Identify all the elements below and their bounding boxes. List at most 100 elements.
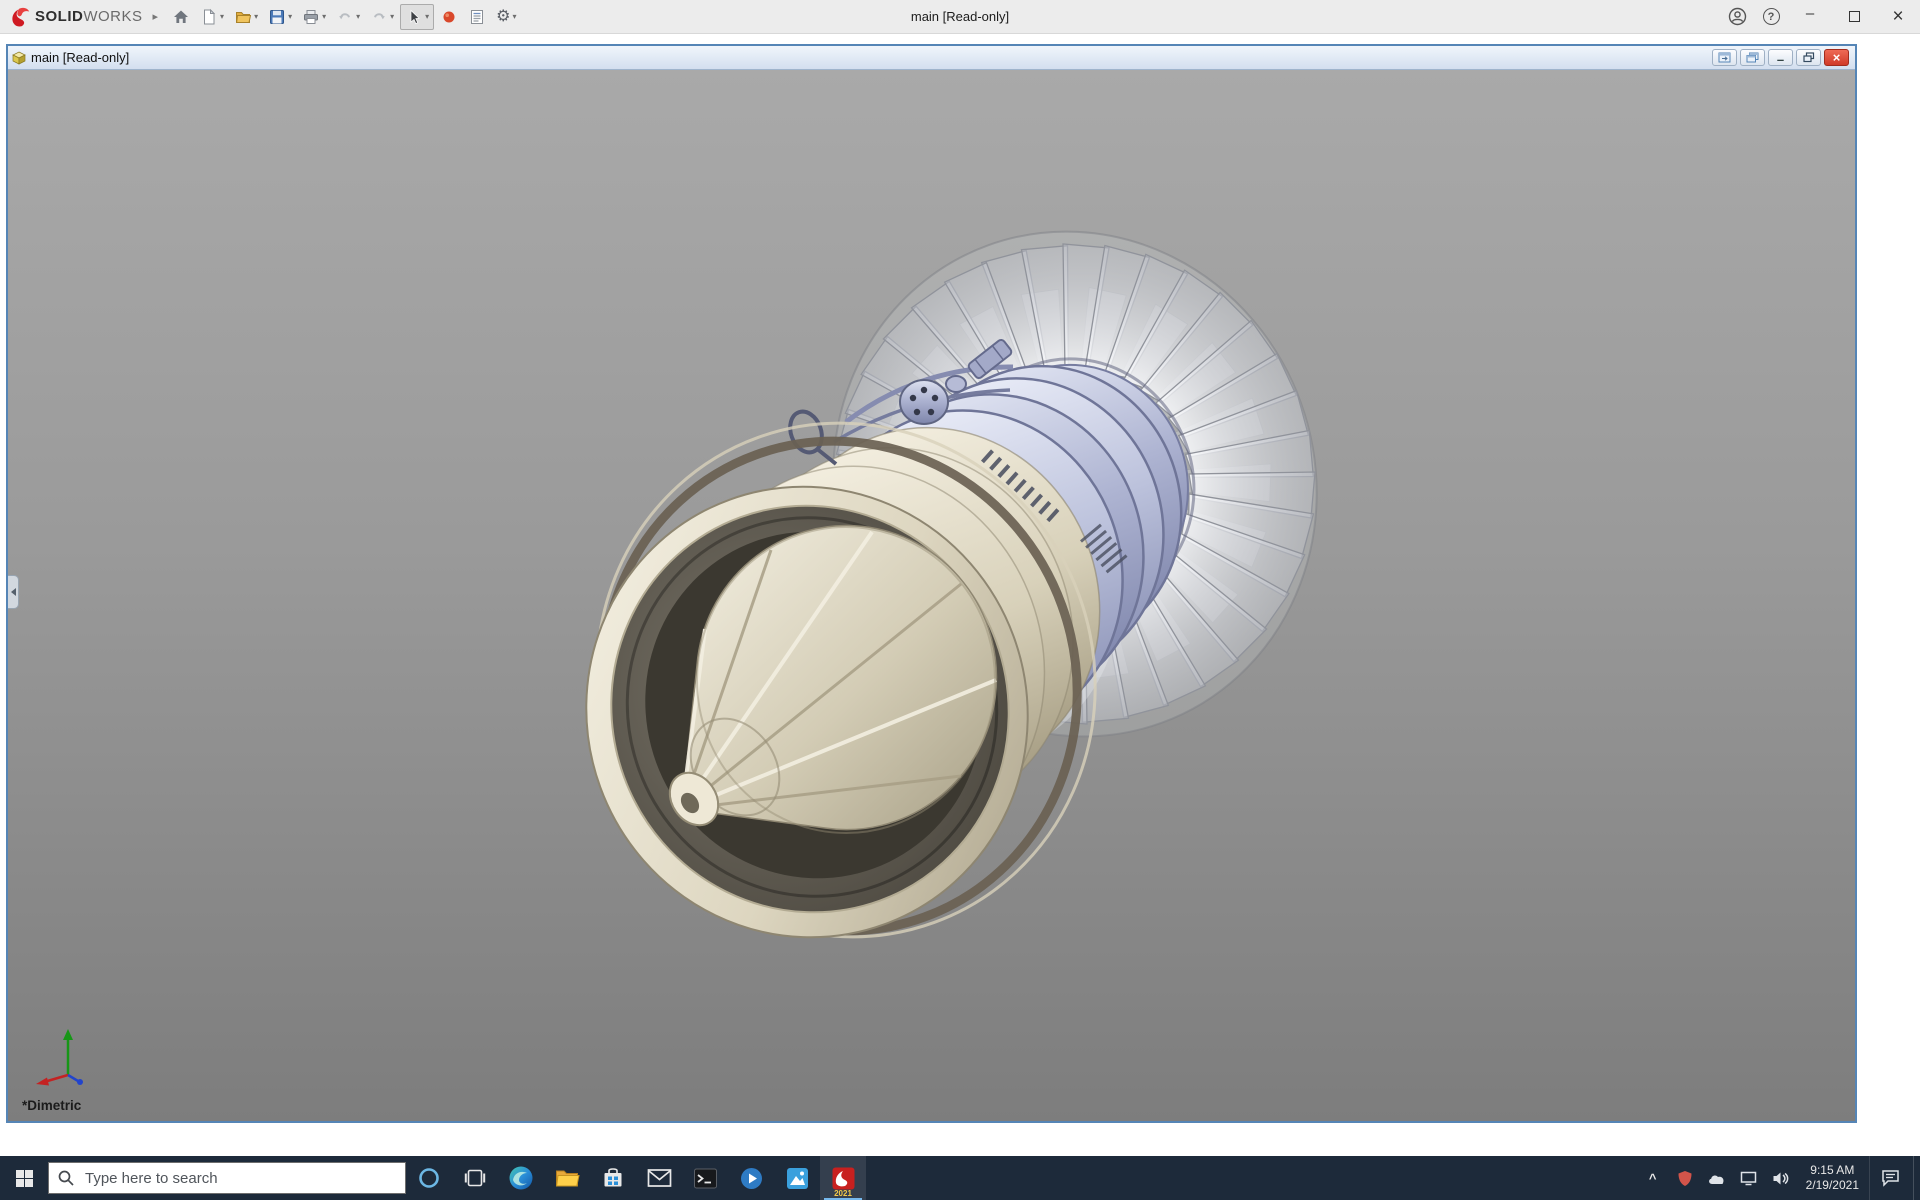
assembly-document-icon	[12, 51, 26, 65]
tray-onedrive-button[interactable]	[1702, 1156, 1732, 1200]
select-tool-button[interactable]: ▾	[400, 4, 434, 30]
cascade-windows-button[interactable]	[1740, 49, 1765, 66]
display-icon	[1740, 1171, 1757, 1186]
app-titlebar: SOLIDWORKS ▸ ▾ ▾	[0, 0, 1920, 34]
taskbar-search-input[interactable]	[48, 1162, 406, 1194]
undo-button[interactable]: ▾	[332, 4, 364, 30]
help-icon: ?	[1763, 8, 1780, 25]
tile-windows-button[interactable]	[1712, 49, 1737, 66]
account-button[interactable]	[1720, 0, 1754, 34]
titlebar-right-controls: ? – ×	[1720, 0, 1920, 33]
taskbar-app-solidworks[interactable]: 2021	[820, 1156, 866, 1200]
cortana-button[interactable]	[406, 1156, 452, 1200]
taskbar-app-console[interactable]	[682, 1156, 728, 1200]
windows-logo-icon	[16, 1170, 33, 1187]
app-maximize-button[interactable]	[1832, 0, 1876, 34]
taskbar-app-mail[interactable]	[636, 1156, 682, 1200]
close-icon: ×	[1892, 6, 1903, 28]
hidden-icons-button[interactable]: ^	[1638, 1156, 1668, 1200]
taskbar-app-photos[interactable]	[774, 1156, 820, 1200]
cascade-windows-icon	[1746, 52, 1759, 63]
dropdown-caret-icon[interactable]: ▾	[220, 13, 224, 21]
taskbar-app-file-explorer[interactable]	[544, 1156, 590, 1200]
file-properties-button[interactable]	[464, 4, 490, 30]
dropdown-caret-icon[interactable]: ▾	[390, 13, 394, 21]
print-button[interactable]: ▾	[298, 4, 330, 30]
action-center-icon	[1881, 1169, 1900, 1187]
search-icon	[57, 1169, 75, 1187]
taskbar-app-media-player[interactable]	[728, 1156, 774, 1200]
task-view-button[interactable]	[452, 1156, 498, 1200]
media-player-icon	[739, 1166, 764, 1191]
graphics-viewport[interactable]: *Dimetric	[8, 70, 1855, 1121]
document-title: main [Read-only]	[31, 50, 129, 65]
system-tray: ^	[1638, 1156, 1920, 1200]
file-explorer-icon	[554, 1165, 580, 1191]
document-titlebar[interactable]: main [Read-only]	[8, 46, 1855, 70]
start-button[interactable]	[0, 1156, 48, 1200]
dropdown-caret-icon[interactable]: ▾	[513, 13, 517, 21]
help-button[interactable]: ?	[1754, 0, 1788, 34]
quick-access-toolbar: ▾ ▾ ▾	[168, 4, 520, 30]
jet-engine-model[interactable]	[8, 70, 1855, 1121]
dropdown-caret-icon[interactable]: ▾	[288, 13, 292, 21]
app-close-button[interactable]: ×	[1876, 0, 1920, 34]
rebuild-button[interactable]	[436, 4, 462, 30]
tray-security-button[interactable]	[1670, 1156, 1700, 1200]
print-icon	[302, 8, 320, 26]
solidworks-version-badge: 2021	[834, 1190, 852, 1198]
document-window-controls: – ×	[1712, 49, 1851, 66]
undo-icon	[336, 8, 354, 26]
new-document-button[interactable]: ▾	[196, 4, 228, 30]
rebuild-sphere-icon	[440, 8, 458, 26]
document-close-button[interactable]: ×	[1824, 49, 1849, 66]
user-account-icon	[1728, 7, 1747, 26]
app-minimize-button[interactable]: –	[1788, 0, 1832, 34]
file-properties-icon	[468, 8, 486, 26]
tray-display-button[interactable]	[1734, 1156, 1764, 1200]
security-shield-icon	[1677, 1170, 1693, 1187]
view-orientation-label: *Dimetric	[22, 1098, 81, 1113]
console-icon	[693, 1166, 718, 1191]
document-minimize-button[interactable]: –	[1768, 49, 1793, 66]
solidworks-app-window: SOLIDWORKS ▸ ▾ ▾	[0, 0, 1920, 1200]
clock-date: 2/19/2021	[1806, 1178, 1859, 1193]
orientation-triad	[32, 1023, 104, 1087]
show-desktop-button[interactable]	[1913, 1156, 1918, 1200]
tray-volume-button[interactable]	[1766, 1156, 1796, 1200]
open-button[interactable]: ▾	[230, 4, 262, 30]
task-view-icon	[464, 1168, 486, 1188]
restore-icon	[1803, 52, 1815, 63]
taskbar-app-edge[interactable]	[498, 1156, 544, 1200]
solidworks-taskbar-icon	[831, 1166, 856, 1191]
close-icon: ×	[1833, 51, 1841, 64]
microsoft-store-icon	[601, 1166, 625, 1190]
dropdown-caret-icon[interactable]: ▾	[356, 13, 360, 21]
redo-button[interactable]: ▾	[366, 4, 398, 30]
save-button[interactable]: ▾	[264, 4, 296, 30]
home-button[interactable]	[168, 4, 194, 30]
dropdown-caret-icon[interactable]: ▾	[322, 13, 326, 21]
taskbar-clock[interactable]: 9:15 AM 2/19/2021	[1798, 1163, 1867, 1193]
taskbar-search	[48, 1162, 406, 1194]
tile-windows-icon	[1718, 52, 1731, 63]
options-button[interactable]: ⚙ ▾	[492, 4, 520, 30]
chevron-up-icon: ^	[1649, 1171, 1657, 1186]
solidworks-logo: SOLIDWORKS	[0, 6, 151, 28]
save-icon	[268, 8, 286, 26]
brand-text: SOLIDWORKS	[35, 8, 143, 25]
featuremanager-collapse-handle[interactable]	[8, 575, 19, 609]
document-window: main [Read-only]	[6, 44, 1857, 1123]
cortana-icon	[418, 1167, 440, 1189]
document-restore-button[interactable]	[1796, 49, 1821, 66]
mail-icon	[647, 1168, 672, 1188]
dropdown-caret-icon[interactable]: ▾	[425, 13, 429, 21]
dropdown-caret-icon[interactable]: ▾	[254, 13, 258, 21]
action-center-button[interactable]	[1869, 1156, 1911, 1200]
taskbar-app-store[interactable]	[590, 1156, 636, 1200]
redo-icon	[370, 8, 388, 26]
select-cursor-icon	[405, 8, 423, 26]
menu-expand-arrow-icon[interactable]: ▸	[151, 10, 169, 23]
volume-icon	[1772, 1171, 1789, 1186]
open-folder-icon	[234, 8, 252, 26]
